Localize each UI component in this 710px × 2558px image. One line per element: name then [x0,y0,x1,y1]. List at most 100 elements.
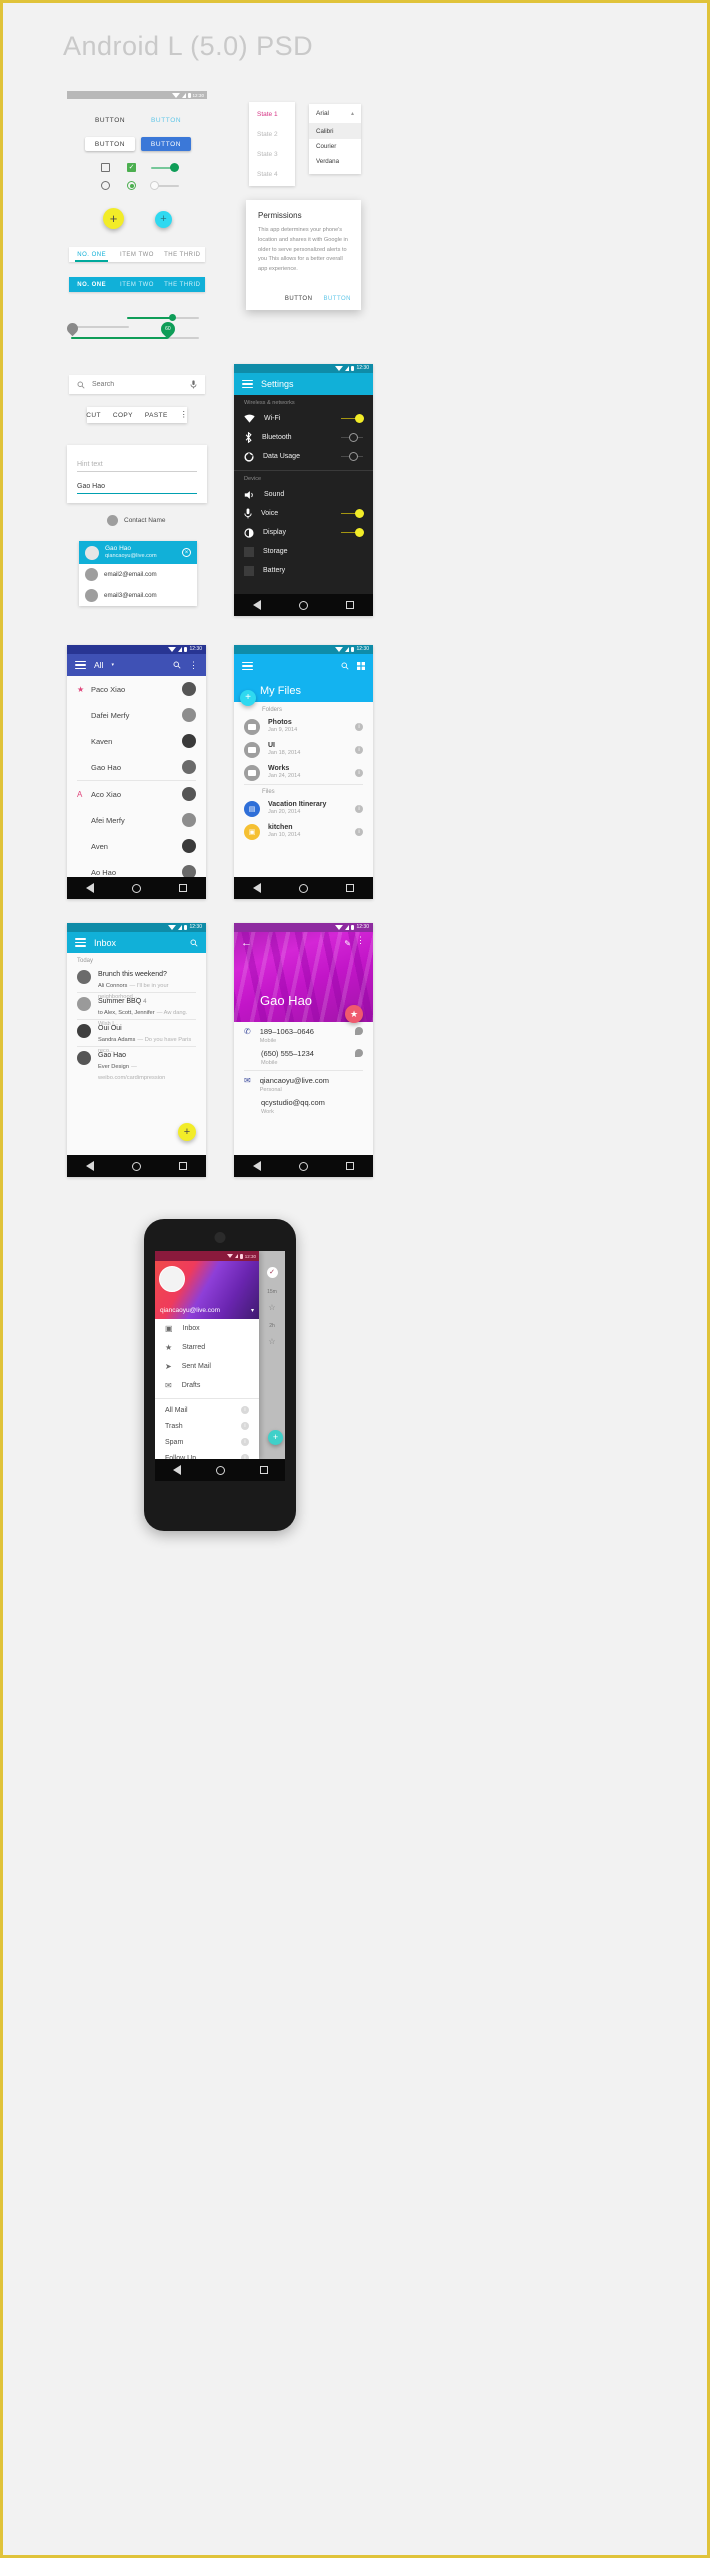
settings-toggle-off[interactable] [341,451,363,461]
fab-yellow[interactable]: + [103,208,124,229]
drawer-item-starred[interactable]: ★ Starred [155,1338,259,1357]
tab-the-thrid[interactable]: THE THRID [160,252,205,258]
close-icon[interactable]: × [182,548,191,558]
drawer-item-sent-mail[interactable]: ➤ Sent Mail [155,1357,259,1376]
recents-icon[interactable] [259,1466,268,1474]
search-icon[interactable] [173,661,181,669]
state-item-1[interactable]: State 1 [249,102,295,127]
navigation-bar[interactable] [234,1155,373,1177]
dialog-cancel-button[interactable]: BUTTON [285,296,313,302]
slider-with-pin[interactable]: 60 [71,319,199,339]
home-icon[interactable] [132,883,141,893]
textfield-filled-wrapper[interactable]: Gao Hao [77,483,197,495]
fab-favorite[interactable]: ★ [345,1005,363,1023]
file-row[interactable]: Works Jan 24, 2014 i [234,761,373,784]
overflow-menu-icon[interactable]: ⋮ [356,936,365,945]
font-dropdown[interactable]: Arial ▴ Calibri Courier Verdana [309,104,361,174]
edit-icon[interactable]: ✎ [344,939,351,948]
recipient-row-selected[interactable]: Gao Hao qiancaoyu@live.com × [79,541,197,565]
home-icon[interactable] [215,1465,225,1475]
fab-compose[interactable]: + [268,1430,283,1445]
font-option-calibri[interactable]: Calibri [309,124,361,139]
home-icon[interactable] [299,1161,308,1171]
settings-row-storage[interactable]: Storage [234,542,373,561]
search-icon[interactable] [341,662,349,670]
home-icon[interactable] [132,1161,141,1171]
state-item-2[interactable]: State 2 [249,127,295,147]
tab-cyan-item-two[interactable]: ITEM TWO [114,282,159,288]
back-icon[interactable] [86,883,94,893]
hamburger-icon[interactable] [242,378,253,390]
radio-selected[interactable] [127,181,136,190]
message-row[interactable]: Oui Oui Sandra Adams — Do you have Paris… [67,1020,206,1054]
contact-chip[interactable]: Contact Name [107,515,166,526]
contact-row[interactable]: Aven [67,833,206,859]
state-item-4[interactable]: State 4 [249,167,295,182]
settings-toggle-off[interactable] [341,432,363,442]
profile-entry-phone[interactable]: ✆ 189–1063–0646 Mobile [234,1022,373,1046]
navigation-bar[interactable] [234,877,373,899]
font-dropdown-trigger[interactable]: Arial ▴ [309,104,361,124]
back-icon[interactable] [86,1161,94,1171]
star-icon[interactable]: ☆ [259,1337,285,1346]
tabbar-cyan[interactable]: NO. ONE ITEM TWO THE THRID [69,277,205,292]
contact-row[interactable]: Dafei Merfy [67,702,206,728]
settings-row-sound[interactable]: Sound [234,485,373,504]
back-icon[interactable] [253,1161,261,1171]
navigation-bar[interactable] [67,877,206,899]
home-icon[interactable] [299,600,308,610]
cut-button[interactable]: CUT [86,412,101,419]
contact-row[interactable]: Afei Merfy [67,807,206,833]
drawer-item-drafts[interactable]: ✉ Drafts [155,1376,259,1395]
info-icon[interactable]: i [355,768,363,777]
hamburger-icon[interactable] [242,660,253,672]
search-icon[interactable] [190,939,198,947]
message-icon[interactable] [355,1027,363,1035]
drawer-item-inbox[interactable]: ▣ Inbox [155,1319,259,1338]
radio-unselected[interactable] [101,181,110,190]
info-icon[interactable]: i [355,722,363,731]
back-icon[interactable] [172,1465,181,1475]
chevron-down-icon[interactable]: ▾ [251,1307,254,1314]
tab-cyan-no-one[interactable]: NO. ONE [69,282,114,288]
drawer-item-all-mail[interactable]: All Mail i [155,1402,259,1418]
slider-track-left[interactable] [71,326,129,328]
navigation-bar[interactable] [67,1155,206,1177]
recipient-row[interactable]: email3@email.com [79,585,197,606]
file-row[interactable]: ▤ Vacation Itinerary Jan 20, 2014 i [234,797,373,820]
fab-compose[interactable]: + [178,1123,196,1141]
chevron-down-icon[interactable]: ▾ [111,662,114,668]
raised-button-blue[interactable]: BUTTON [141,137,191,151]
home-icon[interactable] [299,883,308,893]
flat-button-light[interactable]: BUTTON [151,117,181,124]
settings-row-data-usage[interactable]: Data Usage [234,447,373,466]
contact-row[interactable]: A Aco Xiao [67,781,206,807]
tabbar-light[interactable]: NO. ONE ITEM TWO THE THRID [69,247,205,262]
recipient-row[interactable]: email2@email.com [79,564,197,585]
info-icon[interactable]: i [355,827,363,836]
settings-row-bluetooth[interactable]: Bluetooth [234,428,373,447]
hamburger-icon[interactable] [75,659,86,671]
microphone-icon[interactable] [190,380,197,389]
settings-row-battery[interactable]: Battery [234,561,373,580]
font-option-verdana[interactable]: Verdana [309,154,361,169]
recents-icon[interactable] [179,884,187,892]
overflow-menu-icon[interactable]: ⋮ [180,411,188,419]
search-input[interactable] [92,381,183,388]
recents-icon[interactable] [346,601,354,609]
settings-row-display[interactable]: Display [234,523,373,542]
recents-icon[interactable] [346,1162,354,1170]
message-row[interactable]: Brunch this weekend? Ali Connors — I'll … [67,966,206,1000]
paste-button[interactable]: PASTE [145,412,168,419]
back-icon[interactable] [253,883,261,893]
navigation-bar[interactable] [234,594,373,616]
drawer-item-trash[interactable]: Trash i [155,1418,259,1434]
tab-cyan-the-thrid[interactable]: THE THRID [160,282,205,288]
settings-toggle-on[interactable] [341,508,364,518]
file-row[interactable]: ▣ kitchen Jan 10, 2014 i [234,820,373,843]
info-icon[interactable]: i [355,745,363,754]
checkbox-unchecked[interactable] [101,163,110,172]
profile-entry-email-2[interactable]: qcystudio@qq.com Work [234,1095,373,1119]
settings-row-voice[interactable]: Voice [234,504,373,523]
back-icon[interactable]: ← [241,938,252,949]
